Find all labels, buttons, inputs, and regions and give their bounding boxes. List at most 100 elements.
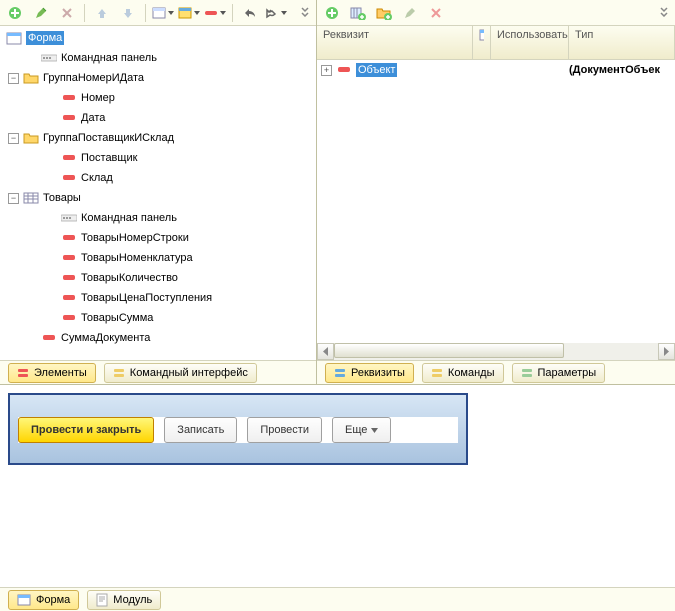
root-tab-form[interactable]: Форма xyxy=(8,590,79,610)
expand-icon xyxy=(46,93,57,104)
add-folder-icon[interactable] xyxy=(373,2,395,24)
right-bottom-tabs: Реквизиты Команды Параметры xyxy=(317,360,675,384)
toolbar-overflow-icon[interactable] xyxy=(657,2,671,22)
post-button[interactable]: Провести xyxy=(247,417,322,443)
tree-item[interactable]: Командная панель xyxy=(0,48,316,68)
add-icon[interactable] xyxy=(4,2,26,24)
tree-item[interactable]: Склад xyxy=(0,168,316,188)
post-and-close-button[interactable]: Провести и закрыть xyxy=(18,417,154,443)
tree-item[interactable]: ТоварыНомерСтроки xyxy=(0,228,316,248)
bar-icon xyxy=(61,311,77,325)
tree-item-label: СуммаДокумента xyxy=(61,332,150,344)
tree-item[interactable]: Поставщик xyxy=(0,148,316,168)
undo-icon[interactable] xyxy=(239,2,261,24)
tab-commands[interactable]: Команды xyxy=(422,363,504,383)
layout-dropdown-icon[interactable] xyxy=(178,2,200,24)
tree-item-label: ТоварыНомерСтроки xyxy=(81,232,189,244)
tree-root[interactable]: Форма xyxy=(0,28,316,48)
write-button[interactable]: Записать xyxy=(164,417,237,443)
form-icon xyxy=(6,31,22,45)
move-down-icon[interactable] xyxy=(117,2,139,24)
elements-icon xyxy=(17,367,29,379)
bar-icon xyxy=(61,91,77,105)
tree-item-label: Товары xyxy=(43,192,81,204)
expand-icon[interactable]: + xyxy=(321,65,332,76)
tree-item-label: ТоварыНоменклатура xyxy=(81,252,193,264)
left-toolbar xyxy=(0,0,316,26)
tab-parameters[interactable]: Параметры xyxy=(512,363,606,383)
bar-icon xyxy=(61,111,77,125)
grid-body[interactable]: + Объект (ДокументОбъек xyxy=(317,60,675,343)
col-attribute[interactable]: Реквизит xyxy=(317,26,473,59)
tab-command-interface[interactable]: Командный интерфейс xyxy=(104,363,257,383)
toolbar-overflow-icon[interactable] xyxy=(298,2,312,22)
tree-item[interactable]: − Товары xyxy=(0,188,316,208)
expand-icon[interactable]: − xyxy=(8,193,19,204)
expand-icon xyxy=(46,273,57,284)
delete-attr-icon[interactable] xyxy=(425,2,447,24)
tree-item[interactable]: ТоварыЦенаПоступления xyxy=(0,288,316,308)
tree-item[interactable]: Командная панель xyxy=(0,208,316,228)
tree-item[interactable]: −ГруппаНомерИДата xyxy=(0,68,316,88)
command-interface-icon xyxy=(113,367,125,379)
tree-item[interactable]: Номер xyxy=(0,88,316,108)
tree-item[interactable]: ТоварыКоличество xyxy=(0,268,316,288)
tree-item-label: Дата xyxy=(81,112,105,124)
col-icon[interactable] xyxy=(473,26,491,59)
bar-icon xyxy=(61,251,77,265)
add-column-icon[interactable] xyxy=(347,2,369,24)
expand-icon xyxy=(46,173,57,184)
tree-item-label: ТоварыЦенаПоступления xyxy=(81,292,212,304)
scroll-right-icon[interactable] xyxy=(658,343,675,360)
table-dropdown-icon[interactable] xyxy=(152,2,174,24)
bar-icon xyxy=(61,151,77,165)
right-toolbar xyxy=(317,0,675,26)
tree-item[interactable]: ТоварыСумма xyxy=(0,308,316,328)
expand-icon[interactable]: − xyxy=(8,73,19,84)
field-dropdown-icon[interactable] xyxy=(204,2,226,24)
tree-item[interactable]: − ГруппаПоставщикИСклад xyxy=(0,128,316,148)
delete-icon[interactable] xyxy=(56,2,78,24)
table-icon xyxy=(23,191,39,205)
expand-icon xyxy=(46,293,57,304)
chevron-down-icon xyxy=(371,428,378,433)
add-attr-icon[interactable] xyxy=(321,2,343,24)
tree-item[interactable]: СуммаДокумента xyxy=(0,328,316,348)
move-up-icon[interactable] xyxy=(91,2,113,24)
more-button[interactable]: Еще xyxy=(332,417,391,443)
horizontal-scrollbar[interactable] xyxy=(317,343,675,360)
col-use[interactable]: Использовать xyxy=(491,26,569,59)
cmdpanel-icon xyxy=(61,211,77,225)
expand-icon xyxy=(26,333,37,344)
expand-icon[interactable]: − xyxy=(8,133,19,144)
attr-icon xyxy=(336,63,352,77)
expand-icon xyxy=(26,53,37,64)
redo-dropdown-icon[interactable] xyxy=(265,2,287,24)
form-icon xyxy=(17,594,31,606)
grid-row[interactable]: + Объект (ДокументОбъек xyxy=(317,60,675,80)
tree-item[interactable]: ТоварыНоменклатура xyxy=(0,248,316,268)
edit-icon[interactable] xyxy=(30,2,52,24)
bar-icon xyxy=(61,171,77,185)
col-type[interactable]: Тип xyxy=(569,26,675,59)
tree-item-label: ТоварыСумма xyxy=(81,312,153,324)
preview-frame: Провести и закрыть Записать Провести Еще xyxy=(8,393,468,465)
tree-item[interactable]: Дата xyxy=(0,108,316,128)
commands-icon xyxy=(431,367,443,379)
expand-icon xyxy=(46,253,57,264)
cmdpanel-icon xyxy=(41,51,57,65)
root-tabs: Форма Модуль xyxy=(0,587,675,611)
scroll-left-icon[interactable] xyxy=(317,343,334,360)
parameters-icon xyxy=(521,367,533,379)
tab-elements[interactable]: Элементы xyxy=(8,363,96,383)
tree-item-label: Склад xyxy=(81,172,113,184)
folder-icon xyxy=(23,71,39,85)
tab-attributes[interactable]: Реквизиты xyxy=(325,363,414,383)
root-tab-module[interactable]: Модуль xyxy=(87,590,161,610)
tree-item-label: Командная панель xyxy=(81,212,177,224)
tree-item-label: ГруппаПоставщикИСклад xyxy=(43,132,174,144)
expand-icon xyxy=(46,213,57,224)
edit-attr-icon[interactable] xyxy=(399,2,421,24)
elements-tree[interactable]: Форма Командная панель−ГруппаНомерИДатаН… xyxy=(0,26,316,360)
bar-icon xyxy=(61,271,77,285)
